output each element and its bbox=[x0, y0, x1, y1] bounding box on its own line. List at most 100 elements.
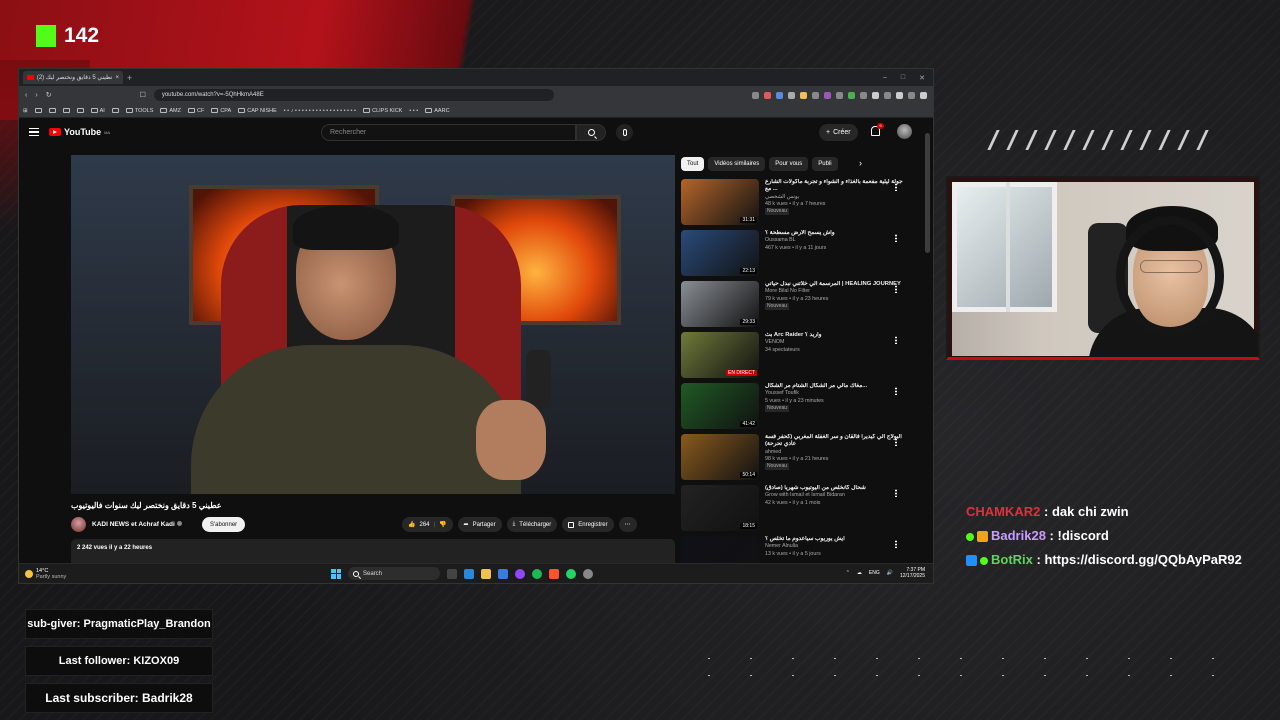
bookmark-clips-kick[interactable]: CLIPS KICK bbox=[363, 108, 402, 114]
bookmark-ai[interactable]: AI bbox=[90, 108, 105, 114]
chip-similar[interactable]: Vidéos similaires bbox=[708, 157, 766, 171]
kebab-menu-icon[interactable] bbox=[895, 285, 897, 293]
more-actions-button[interactable]: ⋯ bbox=[618, 517, 637, 532]
video-player[interactable] bbox=[71, 155, 675, 494]
kebab-menu-icon[interactable] bbox=[895, 234, 897, 242]
recommendation-title[interactable]: ايش يوريوب سياعدوم ما تخلص ؟ bbox=[765, 536, 905, 543]
network-icon[interactable]: ☁ bbox=[857, 570, 862, 576]
recommendation-title[interactable]: شحال كانخلص من اليوتيوب شهريا (صادق) bbox=[765, 485, 905, 492]
taskbar-search[interactable]: Search bbox=[348, 567, 440, 580]
menu-icon[interactable] bbox=[29, 128, 39, 136]
tray-chevron-icon[interactable]: ⌃ bbox=[846, 570, 850, 576]
task-view-icon[interactable] bbox=[447, 568, 457, 579]
kebab-menu-icon[interactable] bbox=[895, 336, 897, 344]
bookmark-apps-icon[interactable]: ⊞ bbox=[23, 108, 28, 114]
create-button[interactable]: + Créer bbox=[819, 124, 858, 141]
save-button[interactable]: Enregistrer bbox=[562, 517, 614, 532]
close-tab-icon[interactable]: × bbox=[115, 75, 119, 81]
app-icon[interactable] bbox=[515, 568, 525, 579]
search-button[interactable] bbox=[576, 124, 606, 141]
minimize-icon[interactable]: – bbox=[883, 74, 887, 82]
recommendation-item[interactable]: 41:42 مغاك مالي مر الشكال الشتام مر الشكا… bbox=[681, 383, 917, 434]
like-button[interactable]: 👍 264 | 👎 bbox=[402, 517, 453, 532]
bookmark-icons-2[interactable]: ▪ ▪ ▪ bbox=[409, 108, 418, 114]
recommendation-channel[interactable]: Grow with Ismail et Ismail Bidaran bbox=[765, 492, 905, 499]
video-thumbnail[interactable]: 22:13 bbox=[681, 230, 759, 276]
kebab-menu-icon[interactable] bbox=[895, 489, 897, 497]
clock[interactable]: 7:37 PM 12/17/2025 bbox=[900, 567, 925, 579]
video-thumbnail[interactable]: EN DIRECT bbox=[681, 332, 759, 378]
recommendation-title[interactable]: البولاج الي كيديرا فالقان و سر الغفلة ال… bbox=[765, 434, 905, 449]
bookmark-tools[interactable]: TOOLS bbox=[125, 108, 153, 114]
recommendation-channel[interactable]: More Bilal No Filter bbox=[765, 288, 905, 295]
subscribe-button[interactable]: S'abonner bbox=[202, 517, 246, 532]
share-button[interactable]: ➦ Partager bbox=[457, 517, 502, 532]
url-field[interactable]: youtube.com/watch?v=-5QhHkmA48E bbox=[153, 89, 554, 101]
recommendation-title[interactable]: واش يسمح الأرض مسطحة ؟ bbox=[765, 230, 905, 237]
recommendation-item[interactable]: 31:31 جولة ليلية مفعمة بالغذاء و الشواء و… bbox=[681, 179, 917, 230]
brave-icon[interactable] bbox=[549, 568, 559, 579]
browser-tab[interactable]: عطيني 5 دقايق ونختصر ليك (2) × bbox=[23, 71, 123, 84]
recommendation-item[interactable]: 18:15 شحال كانخلص من اليوتيوب شهريا (صادق… bbox=[681, 485, 917, 536]
recommendation-item[interactable]: 29:33 المرسمة الي خلاتني نبدل حياتي | HEA… bbox=[681, 281, 917, 332]
bookmark-folder[interactable] bbox=[62, 108, 70, 113]
recommendation-title[interactable]: المرسمة الي خلاتني نبدل حياتي | HEALING … bbox=[765, 281, 905, 288]
maximize-icon[interactable]: □ bbox=[901, 74, 905, 82]
video-thumbnail[interactable]: 50:14 bbox=[681, 434, 759, 480]
chevron-right-icon[interactable]: › bbox=[859, 158, 862, 168]
whatsapp-icon[interactable] bbox=[566, 568, 576, 579]
bookmark-folder[interactable] bbox=[111, 108, 119, 113]
video-thumbnail[interactable]: 29:33 bbox=[681, 281, 759, 327]
back-icon[interactable]: ‹ bbox=[25, 92, 27, 99]
channel-avatar[interactable] bbox=[71, 517, 86, 532]
recommendation-channel[interactable]: يونس الشخصي bbox=[765, 194, 905, 201]
app-icon-2[interactable] bbox=[583, 568, 593, 579]
bookmark-star-icon[interactable]: ☐ bbox=[140, 91, 146, 99]
scrollbar[interactable] bbox=[925, 133, 930, 253]
file-explorer-icon[interactable] bbox=[481, 568, 491, 579]
bookmark-folder[interactable] bbox=[34, 108, 42, 113]
kebab-menu-icon[interactable] bbox=[895, 438, 897, 446]
account-avatar[interactable] bbox=[897, 124, 912, 139]
recommendation-item[interactable]: 50:14 البولاج الي كيديرا فالقان و سر الغف… bbox=[681, 434, 917, 485]
language-indicator[interactable]: ENG bbox=[869, 570, 880, 576]
recommendation-channel[interactable]: Youssef Toufik bbox=[765, 390, 905, 397]
bookmark-cpa[interactable]: CPA bbox=[211, 108, 231, 114]
recommendation-channel[interactable]: ahmed bbox=[765, 449, 905, 456]
youtube-logo[interactable]: YouTube MA bbox=[49, 127, 110, 137]
recommendation-channel[interactable]: VENOM bbox=[765, 339, 905, 346]
thumbs-down-icon[interactable]: 👎 bbox=[439, 521, 446, 528]
spotify-icon[interactable] bbox=[532, 568, 542, 579]
volume-icon[interactable]: 🔊 bbox=[887, 570, 893, 576]
recommendation-title[interactable]: مغاك مالي مر الشكال الشتام مر الشكال... bbox=[765, 383, 905, 390]
close-window-icon[interactable]: ✕ bbox=[919, 74, 925, 82]
chip-for-you[interactable]: Pour vous bbox=[769, 157, 809, 171]
edge-icon[interactable] bbox=[498, 568, 508, 579]
video-thumbnail[interactable]: 31:31 bbox=[681, 179, 759, 225]
recommendation-item[interactable]: EN DIRECT بث Arc Raider واريد ؟ VENOM 34 sp… bbox=[681, 332, 917, 383]
new-tab-button[interactable]: + bbox=[127, 73, 132, 83]
windows-start-icon[interactable] bbox=[331, 568, 341, 579]
bookmark-cf[interactable]: CF bbox=[187, 108, 204, 114]
kebab-menu-icon[interactable] bbox=[895, 183, 897, 191]
reload-icon[interactable]: ↻ bbox=[46, 91, 52, 99]
forward-icon[interactable]: › bbox=[35, 92, 37, 99]
bookmark-amz[interactable]: AMZ bbox=[160, 108, 181, 114]
bookmark-folder[interactable] bbox=[76, 108, 84, 113]
bookmark-icons[interactable]: ▪ ▪ ♪ ▪ ▪ ▪ ▪ ▪ ▪ ▪ ▪ ▪ ▪ ▪ ▪ ▪ ▪ ▪ ▪ ▪ … bbox=[284, 108, 356, 114]
recommendation-title[interactable]: جولة ليلية مفعمة بالغذاء و الشواء و تجرب… bbox=[765, 179, 905, 194]
bookmark-folder[interactable] bbox=[48, 108, 56, 113]
kebab-menu-icon[interactable] bbox=[895, 540, 897, 548]
chip-all[interactable]: Tout bbox=[681, 157, 705, 171]
download-button[interactable]: ⤓ Télécharger bbox=[506, 517, 558, 532]
search-input[interactable]: Rechercher bbox=[321, 124, 576, 141]
weather-widget[interactable]: 14°C Partly sunny bbox=[25, 568, 66, 580]
recommendation-item[interactable]: 22:13 واش يسمح الأرض مسطحة ؟ Oussama BL 467… bbox=[681, 230, 917, 281]
chip-published[interactable]: Publi bbox=[812, 157, 838, 171]
channel-name[interactable]: KADI NEWS et Achraf Kadi bbox=[92, 521, 182, 528]
video-thumbnail[interactable]: 41:42 bbox=[681, 383, 759, 429]
recommendation-channel[interactable]: Oussama BL bbox=[765, 237, 905, 244]
recommendation-channel[interactable]: Nemer Alnulla bbox=[765, 543, 905, 550]
kebab-menu-icon[interactable] bbox=[895, 387, 897, 395]
voice-search-button[interactable] bbox=[616, 124, 633, 141]
